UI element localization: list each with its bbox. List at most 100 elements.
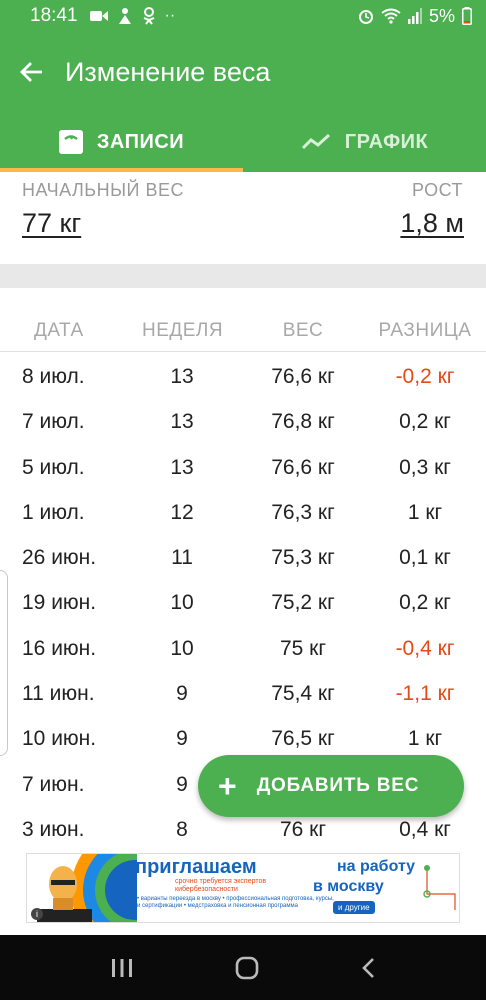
row-date: 5 июл. <box>22 455 85 479</box>
row-diff: 0,2 кг <box>399 591 451 615</box>
ad-headline-2: на работу <box>337 858 416 875</box>
row-diff: -0,4 кг <box>395 636 455 660</box>
row-weight: 76,6 кг <box>271 365 335 388</box>
row-diff: 1 кг <box>407 500 443 524</box>
row-week: 8 <box>176 817 188 841</box>
ad-image <box>27 854 137 922</box>
circuit-decoration-icon <box>423 865 456 910</box>
table-header: ДАТА НЕДЕЛЯ ВЕС РАЗНИЦА <box>0 308 486 352</box>
start-weight-label: НАЧАЛЬНЫЙ ВЕС <box>22 180 185 200</box>
height-label: РОСТ <box>411 180 463 200</box>
start-weight-value[interactable]: 77 кг <box>22 208 81 239</box>
system-nav-bar <box>0 935 486 1000</box>
row-date: 11 июн. <box>22 682 95 706</box>
row-week: 9 <box>176 727 188 751</box>
row-date: 16 июн. <box>22 636 97 660</box>
header-date: ДАТА <box>34 320 84 341</box>
row-diff: 0,4 кг <box>399 817 451 841</box>
row-week: 9 <box>176 682 188 706</box>
row-week: 10 <box>170 636 194 660</box>
arrow-back-icon <box>20 62 42 82</box>
header-diff: РАЗНИЦА <box>378 320 472 341</box>
page-title: Изменение веса <box>65 56 271 87</box>
table-row[interactable]: 19 июн. 10 75,2 кг 0,2 кг <box>0 580 486 625</box>
app-bar: Изменение веса <box>0 32 486 112</box>
ad-bullets: • варианты переезда в москву • профессио… <box>137 896 334 909</box>
tab-bar: ЗАПИСИ ГРАФИК <box>0 112 486 172</box>
plus-icon: + <box>218 768 237 804</box>
home-icon[interactable] <box>235 956 259 980</box>
battery-icon <box>462 7 472 25</box>
ad-banner[interactable]: приглашаем на работу в москву срочно тре… <box>26 853 460 923</box>
add-weight-button[interactable]: + ДОБАВИТЬ ВЕС <box>198 755 464 817</box>
table-row[interactable]: 1 июл. 12 76,3 кг 1 кг <box>0 490 486 535</box>
back-nav-icon[interactable] <box>361 957 375 979</box>
tab-chart[interactable]: ГРАФИК <box>243 112 486 172</box>
row-week: 13 <box>170 410 194 434</box>
ad-headline: приглашаем <box>135 856 257 878</box>
row-weight: 76,6 кг <box>271 455 335 479</box>
status-time: 18:41 <box>30 5 78 26</box>
ad-subline: срочно требуется экспертов кибербезопасн… <box>175 878 267 893</box>
add-weight-label: ДОБАВИТЬ ВЕС <box>256 775 420 796</box>
row-date: 3 июн. <box>22 817 85 841</box>
tab-chart-label: ГРАФИК <box>344 130 429 153</box>
section-divider <box>0 264 486 288</box>
app-notification-icon <box>118 8 131 24</box>
row-weight: 76,5 кг <box>271 727 335 751</box>
ad-cta-button[interactable]: и другие <box>333 901 375 914</box>
row-diff: -1,1 кг <box>395 682 455 706</box>
tab-records[interactable]: ЗАПИСИ <box>0 112 243 172</box>
table-row[interactable]: 7 июл. 13 76,8 кг 0,2 кг <box>0 399 486 444</box>
recent-apps-icon[interactable] <box>111 958 133 978</box>
scale-icon <box>58 130 83 154</box>
row-date: 10 июн. <box>22 727 97 751</box>
alarm-icon <box>358 10 373 24</box>
row-week: 12 <box>170 500 194 524</box>
row-weight: 75,2 кг <box>271 591 335 615</box>
summary-panel: НАЧАЛЬНЫЙ ВЕС 77 кг РОСТ 1,8 м <box>0 172 486 264</box>
row-diff: -0,2 кг <box>395 365 455 388</box>
row-diff: 0,2 кг <box>399 410 451 434</box>
row-diff: 1 кг <box>407 727 443 751</box>
table-row[interactable]: 11 июн. 9 75,4 кг -1,1 кг <box>0 671 486 716</box>
table-row[interactable]: 8 июл. 13 76,6 кг -0,2 кг <box>0 354 486 399</box>
row-date: 19 июн. <box>22 591 97 615</box>
row-weight: 75 кг <box>279 636 327 660</box>
row-week: 13 <box>170 365 194 388</box>
header-weight: ВЕС <box>282 320 324 341</box>
battery-percent: 5% <box>428 5 455 26</box>
row-date: 7 июн. <box>22 772 85 796</box>
ad-headline-3: в москву <box>313 878 384 895</box>
table-row[interactable]: 26 июн. 11 75,3 кг 0,1 кг <box>0 535 486 580</box>
height-value[interactable]: 1,8 м <box>400 208 464 239</box>
row-weight: 75,4 кг <box>271 682 335 706</box>
row-date: 7 июл. <box>22 410 85 434</box>
tab-records-label: ЗАПИСИ <box>96 130 185 153</box>
more-notifications-icon: ·· <box>164 7 176 24</box>
row-date: 8 июл. <box>22 365 85 388</box>
trend-icon <box>301 133 330 150</box>
row-diff: 0,3 кг <box>399 455 451 479</box>
row-week: 13 <box>170 455 194 479</box>
row-weight: 76,3 кг <box>271 500 335 524</box>
row-week: 10 <box>170 591 194 615</box>
row-weight: 76 кг <box>279 817 327 841</box>
signal-icon <box>407 8 422 24</box>
row-week: 11 <box>171 546 193 570</box>
row-weight: 75,3 кг <box>271 546 335 570</box>
back-button[interactable] <box>0 32 64 112</box>
ok-icon <box>143 7 154 25</box>
row-weight: 76,8 кг <box>271 410 335 434</box>
edge-panel-handle[interactable] <box>0 570 8 756</box>
header-week: НЕДЕЛЯ <box>142 320 224 341</box>
row-date: 1 июл. <box>22 500 85 524</box>
video-call-icon <box>89 11 108 21</box>
table-row[interactable]: 16 июн. 10 75 кг -0,4 кг <box>0 626 486 671</box>
wifi-icon <box>381 8 401 24</box>
status-bar: 18:41 ·· 5% <box>0 0 486 32</box>
row-diff: 0,1 кг <box>399 546 451 570</box>
table-row[interactable]: 5 июл. 13 76,6 кг 0,3 кг <box>0 445 486 490</box>
ad-info-icon[interactable]: i <box>31 908 43 920</box>
row-date: 26 июн. <box>22 546 97 570</box>
